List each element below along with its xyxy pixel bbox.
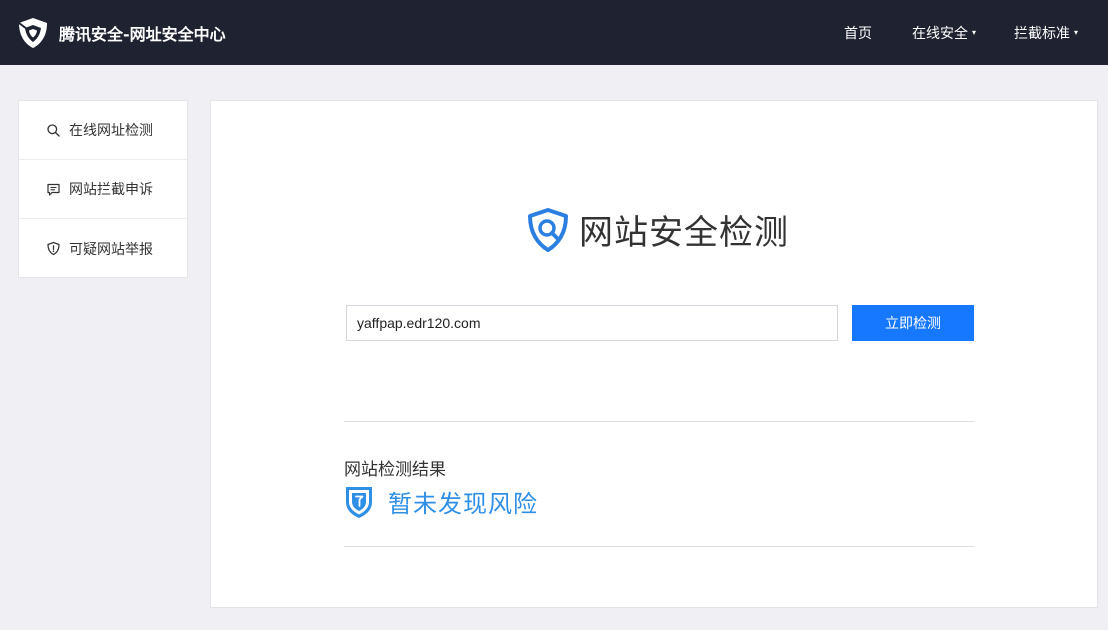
result-status: 暂未发现风险 [344, 484, 538, 519]
nav-block-standard-label: 拦截标准 [1013, 25, 1070, 42]
shield-safe-icon [346, 486, 372, 518]
brand[interactable]: 腾讯安全-网址安全中心 [16, 16, 226, 50]
tencent-security-logo-icon [18, 17, 47, 48]
caret-down-icon: ▾ [971, 28, 976, 37]
sidebar-item-report[interactable]: 可疑网站举报 [19, 219, 187, 278]
result-label: 网站检测结果 [344, 460, 446, 480]
main-panel: 网站安全检测 立即检测 网站检测结果 暂未发现风险 [210, 100, 1098, 608]
url-input[interactable] [346, 305, 838, 341]
shield-alert-icon [47, 241, 60, 256]
result-status-text: 暂未发现风险 [388, 490, 538, 518]
divider [344, 546, 974, 547]
sidebar-item-label: 网站拦截申诉 [69, 182, 153, 198]
shield-search-icon [528, 207, 568, 252]
divider [344, 421, 974, 422]
nav-online-security-label: 在线安全 [911, 25, 968, 42]
sidebar-item-appeal[interactable]: 网站拦截申诉 [19, 160, 187, 219]
sidebar-item-label: 可疑网站举报 [69, 241, 153, 258]
page-heading: 网站安全检测 [525, 205, 789, 254]
sidebar: 在线网址检测 网站拦截申诉 可疑网站举报 [18, 100, 188, 278]
chat-bubble-icon [47, 183, 60, 196]
nav-home[interactable]: 首页 [844, 23, 872, 43]
sidebar-item-url-check[interactable]: 在线网址检测 [19, 101, 187, 160]
check-now-button[interactable]: 立即检测 [852, 305, 974, 341]
main-nav: 首页 在线安全 ▾ 拦截标准 ▾ [844, 0, 1108, 65]
page-title: 网站安全检测 [579, 213, 789, 253]
sidebar-item-label: 在线网址检测 [69, 123, 153, 139]
nav-block-standard-dropdown[interactable]: 拦截标准 ▾ [1014, 23, 1078, 43]
search-icon [47, 123, 60, 137]
nav-online-security-dropdown[interactable]: 在线安全 ▾ [912, 23, 976, 43]
site-title: 腾讯安全-网址安全中心 [59, 24, 226, 44]
caret-down-icon: ▾ [1073, 28, 1078, 37]
top-navigation-bar: 腾讯安全-网址安全中心 首页 在线安全 ▾ 拦截标准 ▾ [0, 0, 1108, 65]
nav-home-label: 首页 [843, 25, 872, 42]
